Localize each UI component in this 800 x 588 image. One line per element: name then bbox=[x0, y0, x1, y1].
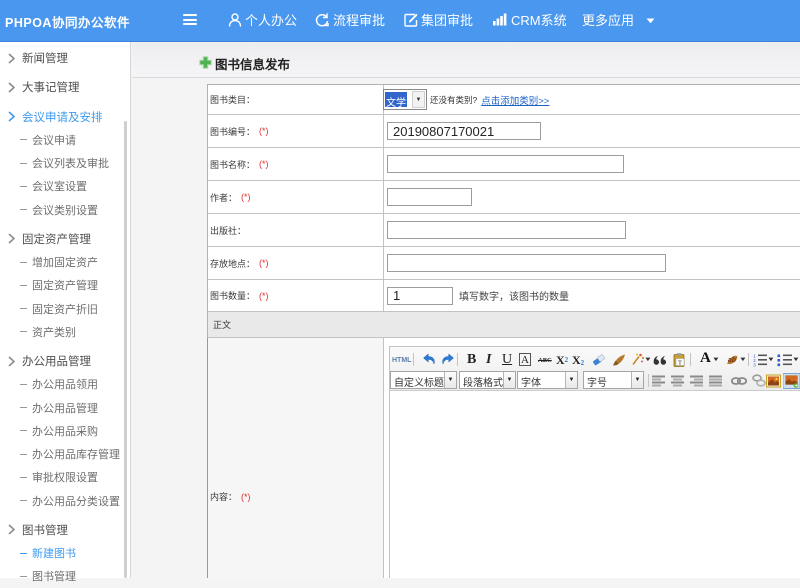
svg-text:T: T bbox=[678, 360, 682, 367]
svg-text:ab: ab bbox=[728, 357, 737, 364]
svg-text:3: 3 bbox=[753, 363, 756, 368]
